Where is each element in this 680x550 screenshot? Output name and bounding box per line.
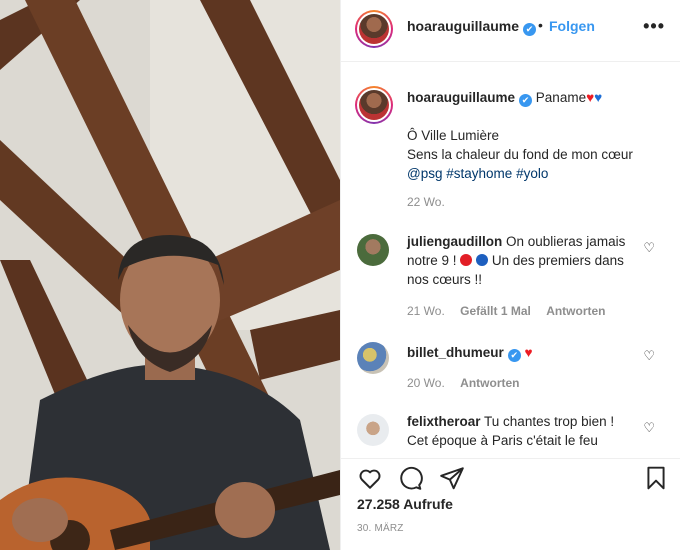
post-actions: 27.258 Aufrufe 30. MÄRZ xyxy=(341,458,680,550)
post-modal: hoarauguillaume ✔ • Folgen ••• hoarauguil… xyxy=(0,0,680,550)
comment-like-heart-icon[interactable]: ♡ xyxy=(643,240,655,256)
caption-text: Paname xyxy=(535,90,587,105)
post-date[interactable]: 30. MÄRZ xyxy=(357,523,404,534)
share-icon[interactable] xyxy=(439,465,465,491)
video-frame xyxy=(0,0,340,550)
comment-text: juliengaudillon On oublieras jamais notr… xyxy=(407,232,627,289)
more-icon[interactable]: ••• xyxy=(643,16,665,37)
red-circle-emoji xyxy=(460,254,473,266)
separator-dot: • xyxy=(538,17,543,33)
caption-body: Ô Ville Lumière Sens la chaleur du fond … xyxy=(407,126,633,183)
verified-icon: ✔ xyxy=(507,349,521,362)
caption-line: Ô Ville Lumière xyxy=(407,128,500,143)
caption-time[interactable]: 22 Wo. xyxy=(407,195,445,209)
reply-button[interactable]: Antworten xyxy=(546,304,605,318)
comment-username[interactable]: felixtheroar xyxy=(407,414,481,429)
author-avatar[interactable] xyxy=(355,10,393,48)
comment-text: felixtheroar Tu chantes trop bien ! Cet … xyxy=(407,412,627,450)
blue-heart-emoji: ♥ xyxy=(594,90,603,105)
caption-author-avatar[interactable] xyxy=(355,86,393,124)
blue-circle-emoji xyxy=(476,254,489,266)
caption-first-line: hoarauguillaume ✔ Paname♥♥ xyxy=(407,90,602,107)
verified-icon: ✔ xyxy=(523,23,537,36)
mention-link[interactable]: @psg xyxy=(407,166,442,181)
comment-meta: 20 Wo. Antworten xyxy=(407,376,531,390)
comment-time[interactable]: 21 Wo. xyxy=(407,304,445,318)
comment-text: billet_dhumeur ✔ ♥ xyxy=(407,343,627,362)
comment-meta: 21 Wo. Gefällt 1 Mal Antworten xyxy=(407,304,618,318)
caption-tags: @psg #stayhome #yolo xyxy=(407,164,633,183)
hashtag-link[interactable]: #yolo xyxy=(516,166,548,181)
comment-icon[interactable] xyxy=(397,465,423,491)
post-header: hoarauguillaume ✔ • Folgen ••• xyxy=(341,0,680,62)
comment-like-heart-icon[interactable]: ♡ xyxy=(643,348,655,364)
comment-username[interactable]: juliengaudillon xyxy=(407,234,502,249)
comment-like-heart-icon[interactable]: ♡ xyxy=(643,420,655,436)
follow-button[interactable]: Folgen xyxy=(549,18,595,34)
bookmark-icon[interactable] xyxy=(643,465,669,491)
commenter-avatar[interactable] xyxy=(357,342,389,374)
comment-username[interactable]: billet_dhumeur xyxy=(407,345,504,360)
verified-icon: ✔ xyxy=(519,94,533,107)
post-side-panel: hoarauguillaume ✔ • Folgen ••• hoarauguil… xyxy=(340,0,680,550)
heart-icon[interactable] xyxy=(357,465,383,491)
red-heart-emoji: ♥ xyxy=(586,90,595,105)
red-heart-emoji: ♥ xyxy=(524,345,533,360)
author-username[interactable]: hoarauguillaume ✔ xyxy=(407,18,537,36)
caption-line: Sens la chaleur du fond de mon cœur xyxy=(407,147,633,162)
commenter-avatar[interactable] xyxy=(357,414,389,446)
post-video[interactable] xyxy=(0,0,340,550)
commenter-avatar[interactable] xyxy=(357,234,389,266)
view-count[interactable]: 27.258 Aufrufe xyxy=(357,496,453,512)
comment-likes[interactable]: Gefällt 1 Mal xyxy=(460,304,531,318)
caption-username[interactable]: hoarauguillaume xyxy=(407,90,515,105)
hashtag-link[interactable]: #stayhome xyxy=(446,166,512,181)
comment-time[interactable]: 20 Wo. xyxy=(407,376,445,390)
reply-button[interactable]: Antworten xyxy=(460,376,519,390)
